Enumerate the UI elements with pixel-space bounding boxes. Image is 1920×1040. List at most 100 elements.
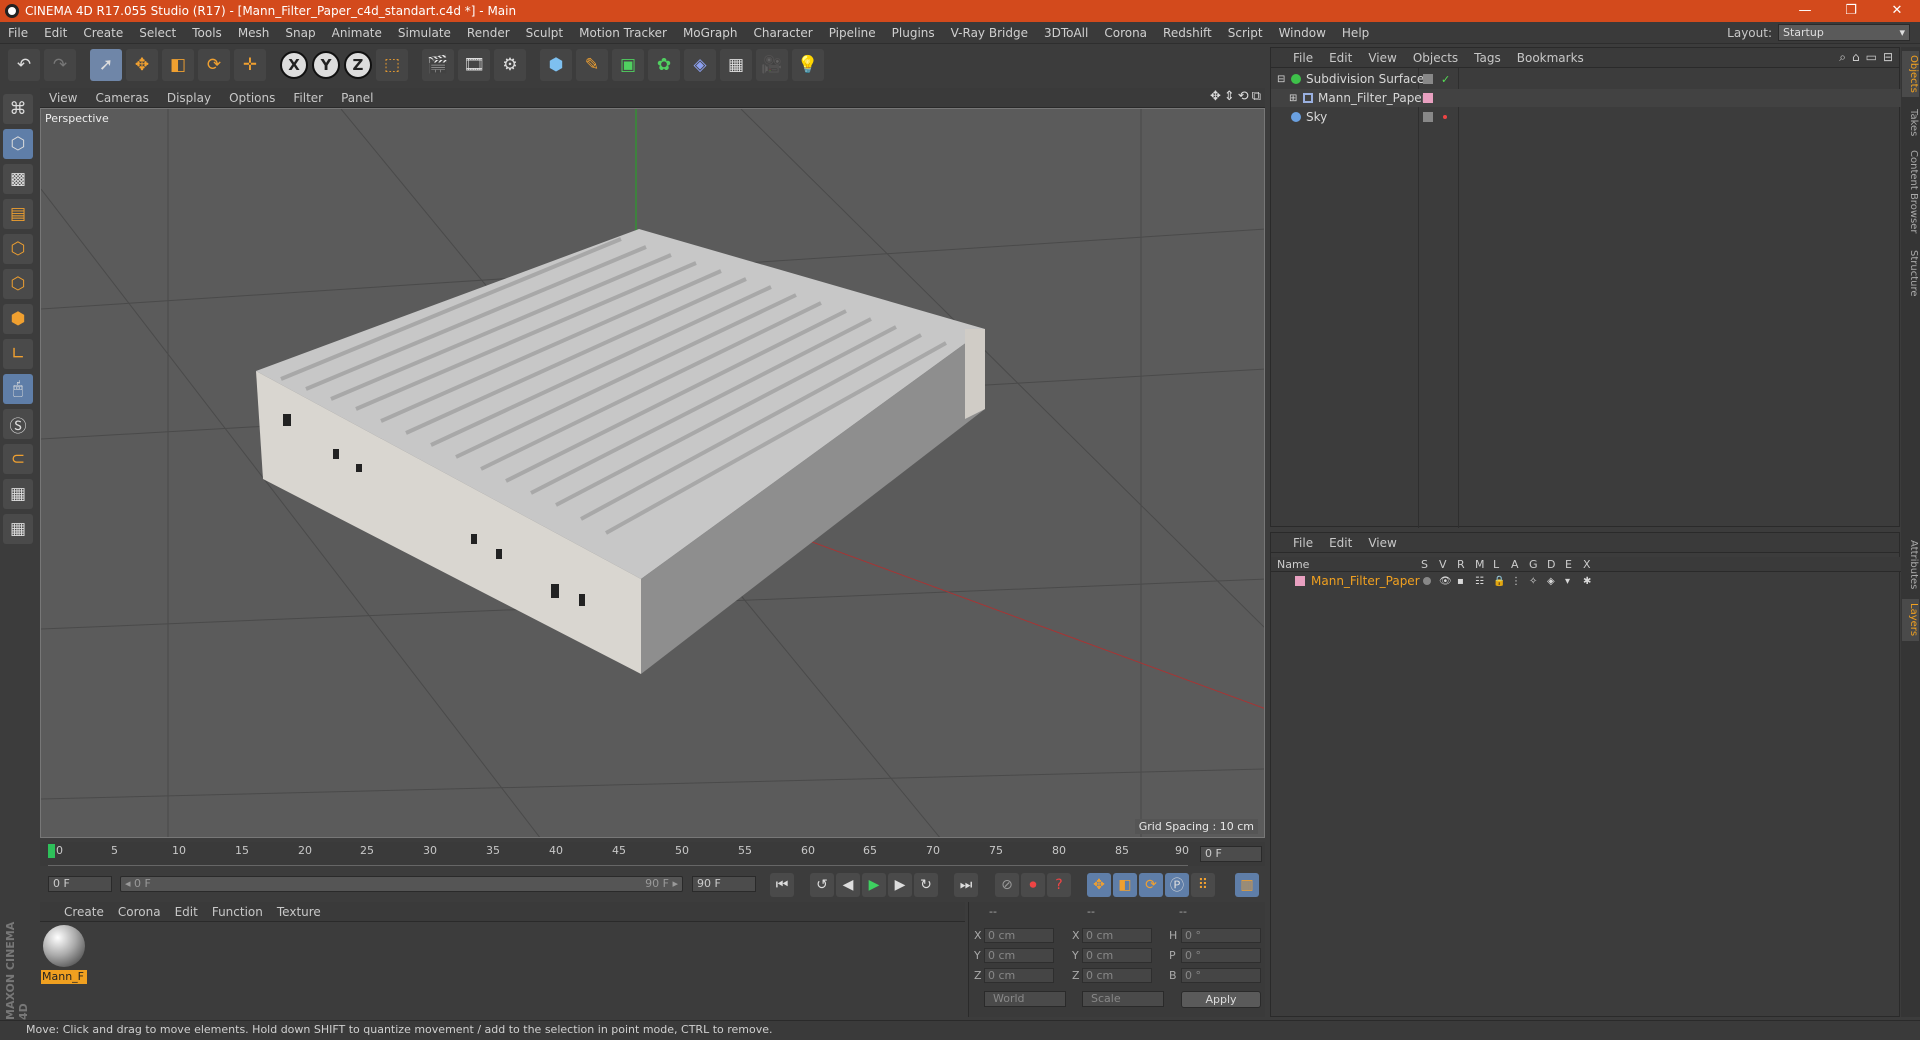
layer-flag-e[interactable]: E — [1565, 558, 1572, 571]
points-mode-icon[interactable]: ⬡ — [3, 234, 33, 264]
render-view-icon[interactable]: 🎬 — [422, 49, 454, 81]
vp-menu-options[interactable]: Options — [220, 91, 284, 105]
menu-tools[interactable]: Tools — [184, 26, 230, 40]
model-mode-icon[interactable]: ⬡ — [3, 129, 33, 159]
menu-animate[interactable]: Animate — [324, 26, 390, 40]
mat-menu-function[interactable]: Function — [205, 905, 270, 919]
obj-menu-view[interactable]: View — [1360, 51, 1404, 65]
size-y-field[interactable]: 0 cm — [1082, 948, 1152, 963]
object-name[interactable]: Subdivision Surface — [1306, 72, 1424, 86]
key-parameter-icon[interactable]: Ⓟ — [1165, 873, 1189, 897]
texture-mode-icon[interactable]: ▩ — [3, 164, 33, 194]
orbit-icon[interactable]: ⟲ — [1238, 89, 1249, 104]
menu-script[interactable]: Script — [1220, 26, 1271, 40]
visibility-dots-icon[interactable] — [1423, 74, 1433, 84]
pan-icon[interactable]: ✥ — [1210, 89, 1221, 104]
redo-icon[interactable]: ↷ — [44, 49, 76, 81]
dolly-icon[interactable]: ⇕ — [1224, 89, 1235, 104]
layer-lock-icon[interactable]: 🔒 — [1493, 576, 1505, 587]
layer-expressions-icon[interactable]: ▾ — [1565, 576, 1570, 587]
perspective-viewport[interactable]: Perspective Grid Spacing : 10 cm — [40, 108, 1265, 838]
camera-icon[interactable]: 🎥 — [756, 49, 788, 81]
rotation-p-field[interactable]: 0 ° — [1181, 948, 1261, 963]
obj-menu-edit[interactable]: Edit — [1321, 51, 1360, 65]
vp-menu-view[interactable]: View — [40, 91, 86, 105]
layer-solo-icon[interactable] — [1423, 577, 1431, 585]
tab-content-browser[interactable]: Content Browser — [1902, 147, 1919, 237]
current-frame-field[interactable]: 0 F — [1200, 846, 1262, 862]
mat-menu-create[interactable]: Create — [40, 905, 111, 919]
select-tool-icon[interactable]: ➚ — [90, 49, 122, 81]
z-axis-lock-icon[interactable]: Z — [344, 51, 372, 79]
timeline[interactable]: 0 5 10 15 20 25 30 35 40 45 50 55 60 65 … — [40, 842, 1265, 866]
motion-path-icon[interactable]: ⊘ — [995, 873, 1019, 897]
layer-flag-m[interactable]: M — [1475, 558, 1485, 571]
obj-menu-objects[interactable]: Objects — [1405, 51, 1466, 65]
position-y-field[interactable]: 0 cm — [984, 948, 1054, 963]
tab-layers[interactable]: Layers — [1902, 599, 1919, 641]
tab-objects[interactable]: Objects — [1902, 51, 1919, 97]
menu-plugins[interactable]: Plugins — [884, 26, 943, 40]
obj-menu-file[interactable]: File — [1285, 51, 1321, 65]
layer-flag-g[interactable]: G — [1529, 558, 1538, 571]
layout-select[interactable]: Startup — [1778, 24, 1910, 41]
workplane-icon[interactable]: ▤ — [3, 199, 33, 229]
x-axis-lock-icon[interactable]: X — [280, 51, 308, 79]
collapse-icon[interactable]: ⊟ — [1883, 50, 1893, 65]
menu-pipeline[interactable]: Pipeline — [821, 26, 884, 40]
layer-flag-s[interactable]: S — [1421, 558, 1428, 571]
layer-flag-a[interactable]: A — [1511, 558, 1519, 571]
menu-sculpt[interactable]: Sculpt — [518, 26, 571, 40]
menu-edit[interactable]: Edit — [36, 26, 75, 40]
layer-deformers-icon[interactable]: ◈ — [1547, 576, 1555, 587]
vp-menu-filter[interactable]: Filter — [284, 91, 332, 105]
end-frame-field[interactable]: 90 F — [692, 876, 756, 892]
close-button[interactable]: ✕ — [1874, 0, 1920, 22]
size-x-field[interactable]: 0 cm — [1082, 928, 1152, 943]
key-position-icon[interactable]: ✥ — [1087, 873, 1111, 897]
object-row[interactable]: ⊞ Mann_Filter_Paper — [1271, 89, 1901, 107]
pen-spline-icon[interactable]: ✎ — [576, 49, 608, 81]
coord-system-dropdown[interactable]: World — [984, 991, 1066, 1007]
layer-render-icon[interactable]: ▪ — [1457, 576, 1464, 587]
move-tool-icon[interactable]: ✥ — [126, 49, 158, 81]
polygons-mode-icon[interactable]: ⬢ — [3, 304, 33, 334]
key-rotation-icon[interactable]: ⟳ — [1139, 873, 1163, 897]
previous-frame-icon[interactable]: ◀ — [836, 873, 860, 897]
new-window-icon[interactable]: ▭ — [1866, 50, 1877, 65]
undo-icon[interactable]: ↶ — [8, 49, 40, 81]
cube-primitive-icon[interactable]: ⬢ — [540, 49, 572, 81]
grid-snap-icon[interactable]: ▦ — [3, 514, 33, 544]
deformer-icon[interactable]: ◈ — [684, 49, 716, 81]
layer-header-name[interactable]: Name — [1277, 558, 1309, 571]
menu-redshift[interactable]: Redshift — [1155, 26, 1220, 40]
live-transform-icon[interactable]: ✛ — [234, 49, 266, 81]
tweak-mode-icon[interactable]: 🖱 — [3, 374, 33, 404]
menu-vray-bridge[interactable]: V-Ray Bridge — [943, 26, 1036, 40]
menu-3dtoall[interactable]: 3DToAll — [1036, 26, 1096, 40]
expand-toggle-icon[interactable]: ⊞ — [1289, 93, 1303, 104]
snap-icon[interactable]: ⊂ — [3, 444, 33, 474]
render-settings-icon[interactable]: ⚙ — [494, 49, 526, 81]
mat-menu-edit[interactable]: Edit — [168, 905, 205, 919]
size-mode-dropdown[interactable]: Scale — [1082, 991, 1164, 1007]
object-row[interactable]: Sky — [1271, 108, 1901, 126]
y-axis-lock-icon[interactable]: Y — [312, 51, 340, 79]
layer-row[interactable]: Mann_Filter_Paper 👁 ▪ ☷ 🔒 ⋮ ✧ ◈ ▾ ✱ — [1271, 573, 1901, 589]
menu-mograph[interactable]: MoGraph — [675, 26, 746, 40]
position-z-field[interactable]: 0 cm — [984, 968, 1054, 983]
layer-xref-icon[interactable]: ✱ — [1583, 576, 1591, 587]
layer-flag-x[interactable]: X — [1583, 558, 1591, 571]
menu-help[interactable]: Help — [1334, 26, 1377, 40]
menu-file[interactable]: File — [0, 26, 36, 40]
go-to-start-icon[interactable]: ⏮ — [770, 873, 794, 897]
layer-manager-icon[interactable]: ☷ — [1475, 576, 1484, 587]
menu-motion-tracker[interactable]: Motion Tracker — [571, 26, 675, 40]
mat-menu-texture[interactable]: Texture — [270, 905, 328, 919]
rotate-tool-icon[interactable]: ⟳ — [198, 49, 230, 81]
previous-key-icon[interactable]: ↺ — [810, 873, 834, 897]
layer-animation-icon[interactable]: ⋮ — [1511, 576, 1521, 587]
vp-menu-display[interactable]: Display — [158, 91, 220, 105]
size-z-field[interactable]: 0 cm — [1082, 968, 1152, 983]
layer-menu-view[interactable]: View — [1360, 536, 1404, 550]
